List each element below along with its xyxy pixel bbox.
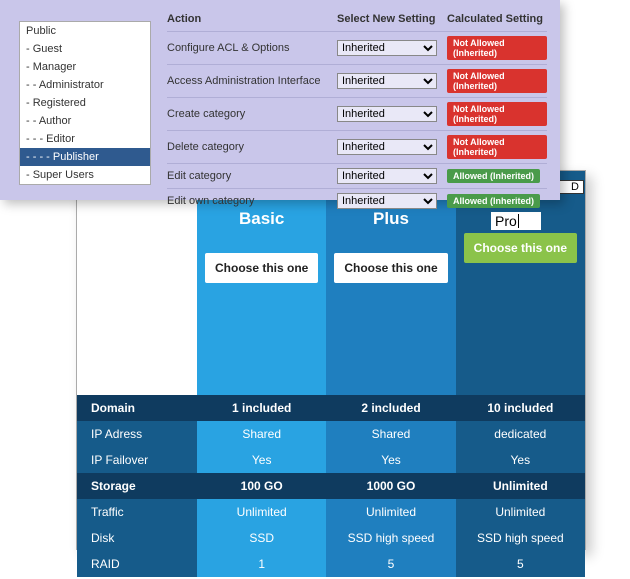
perm-header-calc: Calculated Setting [447, 13, 547, 25]
row-raid: RAID 1 5 5 [77, 551, 585, 577]
row-disk-label: Disk [77, 525, 197, 551]
permissions-overlay: Public- Guest- Manager- - Administrator-… [0, 0, 560, 200]
perm-action-label: Configure ACL & Options [167, 42, 337, 54]
choose-pro-button[interactable]: Choose this one [464, 233, 577, 263]
choose-basic-button[interactable]: Choose this one [205, 253, 318, 283]
perm-action-label: Access Administration Interface [167, 75, 337, 87]
permission-row: Create categoryInherited Not Allowed (Inh… [167, 97, 547, 130]
domain-plus-val: 2 [361, 401, 368, 415]
perm-calc-badge: Not Allowed (Inherited) [447, 102, 547, 126]
usergroup-item[interactable]: Public [20, 22, 150, 40]
perm-calc-badge: Allowed (Inherited) [447, 169, 540, 183]
storage-basic-val: 100 [241, 479, 264, 493]
section-domain: Domain 1 included 2 included 10 included [77, 395, 585, 421]
usergroup-item[interactable]: - - - - Publisher [20, 148, 150, 166]
storage-pro-val: Unlimited [493, 479, 548, 493]
perm-setting-select[interactable]: Inherited [337, 106, 437, 122]
perm-calc-badge: Not Allowed (Inherited) [447, 135, 547, 159]
perm-setting-select[interactable]: Inherited [337, 168, 437, 184]
row-raid-label: RAID [77, 551, 197, 577]
perm-calc-badge: Not Allowed (Inherited) [447, 69, 547, 93]
permission-row: Edit own categoryInherited Allowed (Inher… [167, 188, 547, 213]
usergroup-list: Public- Guest- Manager- - Administrator-… [19, 21, 151, 185]
row-failover: IP Failover Yes Yes Yes [77, 447, 585, 473]
section-storage: Storage 100 GO 1000 GO Unlimited [77, 473, 585, 499]
perm-setting-select[interactable]: Inherited [337, 193, 437, 209]
usergroup-item[interactable]: - Registered [20, 94, 150, 112]
permission-row: Access Administration InterfaceInherited… [167, 64, 547, 97]
perm-header-setting: Select New Setting [337, 13, 447, 25]
usergroup-item[interactable]: - - - Editor [20, 130, 150, 148]
perm-action-label: Edit category [167, 170, 337, 182]
permission-row: Delete categoryInherited Not Allowed (Inh… [167, 130, 547, 163]
row-disk: Disk SSD SSD high speed SSD high speed [77, 525, 585, 551]
perm-action-label: Delete category [167, 141, 337, 153]
row-failover-label: IP Failover [77, 447, 197, 473]
perm-action-label: Create category [167, 108, 337, 120]
domain-pro-val: 10 [487, 401, 500, 415]
float-input-pro[interactable]: Pro [491, 212, 541, 230]
pricing-table: Basic Choose this one Plus Choose this o… [77, 171, 585, 577]
perm-setting-select[interactable]: Inherited [337, 40, 437, 56]
domain-basic-val: 1 [232, 401, 239, 415]
usergroup-item[interactable]: - - Author [20, 112, 150, 130]
row-traffic-label: Traffic [77, 499, 197, 525]
row-traffic: Traffic Unlimited Unlimited Unlimited [77, 499, 585, 525]
perm-action-label: Edit own category [167, 195, 337, 207]
usergroup-item[interactable]: - Super Users [20, 166, 150, 184]
permission-row: Edit categoryInherited Allowed (Inherited… [167, 163, 547, 188]
section-domain-label: Domain [77, 395, 197, 421]
row-ip-label: IP Adress [77, 421, 197, 447]
perm-setting-select[interactable]: Inherited [337, 139, 437, 155]
choose-plus-button[interactable]: Choose this one [334, 253, 447, 283]
row-ip: IP Adress Shared Shared dedicated [77, 421, 585, 447]
perm-calc-badge: Not Allowed (Inherited) [447, 36, 547, 60]
permissions-header: Action Select New Setting Calculated Set… [167, 13, 547, 25]
perm-calc-badge: Allowed (Inherited) [447, 194, 540, 208]
section-storage-label: Storage [77, 473, 197, 499]
usergroup-item[interactable]: - Manager [20, 58, 150, 76]
storage-plus-val: 1000 [367, 479, 397, 493]
perm-header-action: Action [167, 13, 337, 25]
usergroup-item[interactable]: - - Administrator [20, 76, 150, 94]
permission-row: Configure ACL & OptionsInherited Not Allo… [167, 31, 547, 64]
perm-setting-select[interactable]: Inherited [337, 73, 437, 89]
usergroup-item[interactable]: - Guest [20, 40, 150, 58]
